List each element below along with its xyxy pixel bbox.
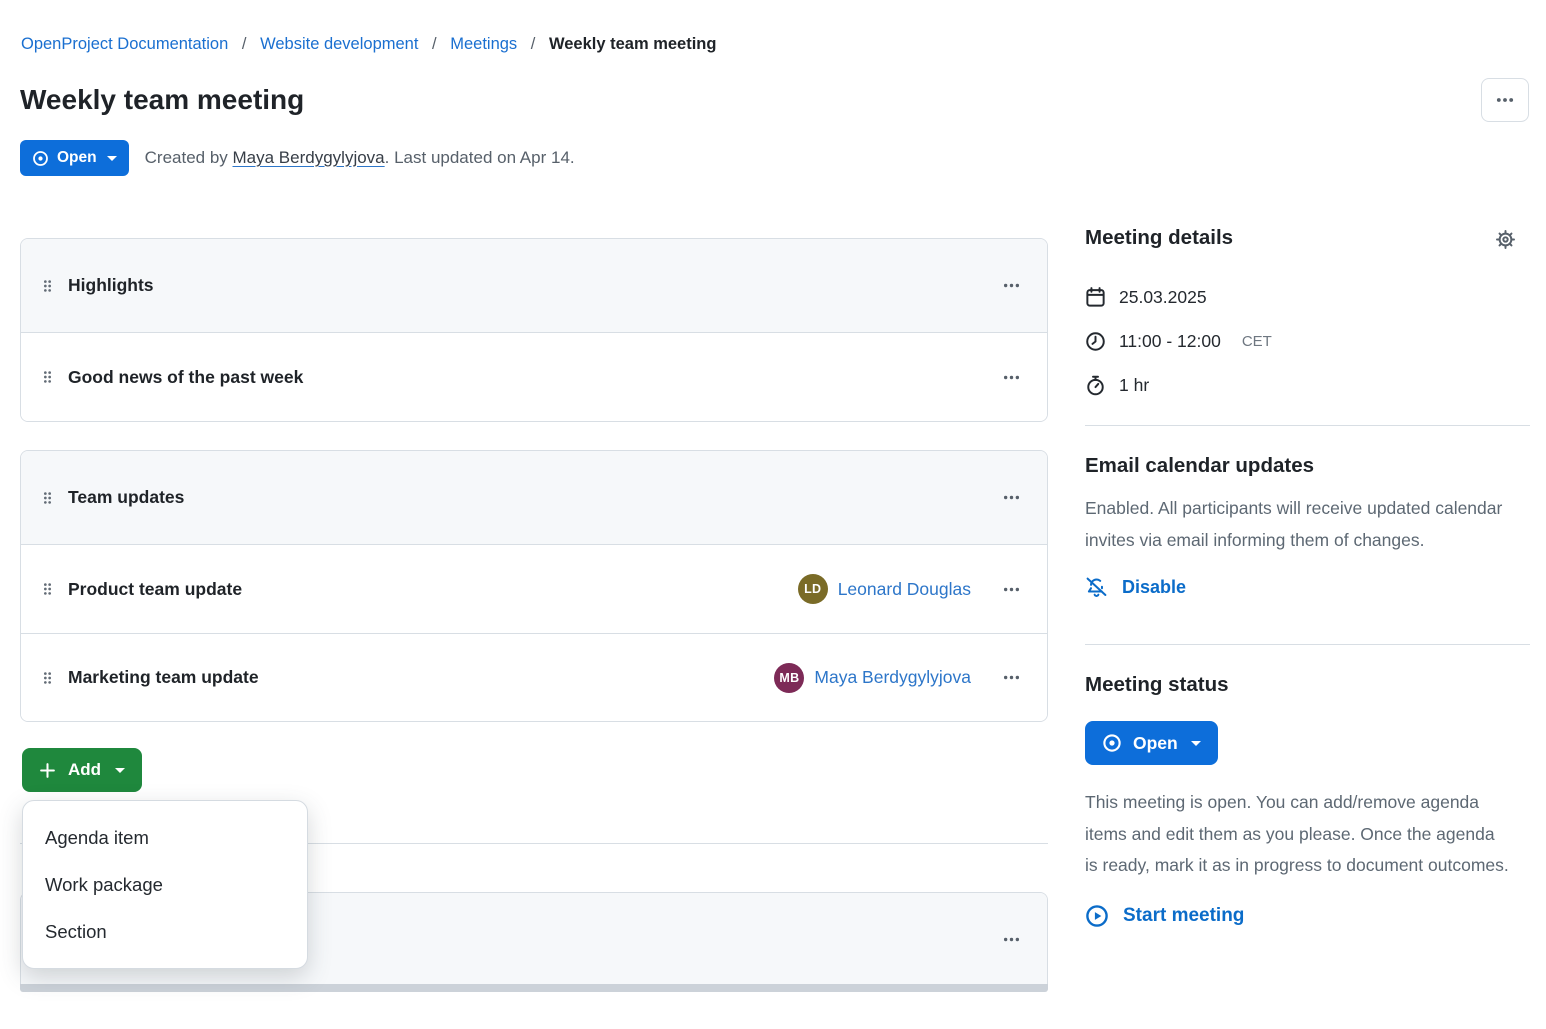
meeting-more-button[interactable] [1481,78,1529,122]
menu-item-section[interactable]: Section [23,908,307,955]
meeting-status-dropdown-button[interactable]: Open [1085,721,1218,765]
breadcrumb-separator: / [242,35,247,53]
assignee: MB Maya Berdygylyjova [774,663,971,693]
breadcrumb-separator: / [531,35,536,53]
breadcrumb-current: Weekly team meeting [549,35,717,53]
agenda-section-highlights: Highlights Good news of the past week [20,238,1048,422]
meeting-date-row: 25.03.2025 [1085,275,1530,319]
calendar-icon [1085,287,1106,308]
breadcrumb-separator: / [432,35,437,53]
section-title: Team updates [68,487,184,508]
start-meeting-button[interactable]: Start meeting [1085,904,1244,928]
caret-down-icon [115,768,125,773]
drag-handle-icon[interactable] [43,370,52,384]
agenda-item-title: Marketing team update [68,667,259,688]
status-button-label: Open [1133,733,1178,754]
breadcrumb-link-documentation[interactable]: OpenProject Documentation [21,35,228,53]
agenda-item-title: Good news of the past week [68,367,303,388]
drag-handle-icon[interactable] [43,491,52,505]
bell-slash-icon [1085,576,1108,599]
agenda-item-title: Product team update [68,579,242,600]
add-dropdown-menu: Agenda item Work package Section [22,800,308,969]
kebab-horizontal-icon [1496,91,1514,109]
avatar: MB [774,663,804,693]
section-more-button[interactable] [997,484,1025,512]
circle-dot-icon [32,150,49,167]
drag-handle-icon[interactable] [43,279,52,293]
disable-email-button[interactable]: Disable [1085,576,1186,599]
email-updates-description: Enabled. All participants will receive u… [1085,493,1515,556]
sidebar-divider [1085,425,1530,426]
plus-icon [39,762,56,779]
meeting-date: 25.03.2025 [1119,287,1207,308]
breadcrumb: OpenProject Documentation / Website deve… [21,31,716,57]
meeting-time-row: 11:00 - 12:00 CET [1085,319,1530,363]
meeting-meta-row: Open Created by Maya Berdygylyjova. Last… [20,140,575,176]
meeting-duration: 1 hr [1119,375,1149,396]
section-bottom-strip [20,984,1048,992]
page-title: Weekly team meeting [20,84,304,116]
caret-down-icon [1191,741,1201,746]
agenda-item-more-button[interactable] [997,664,1025,692]
section-more-button[interactable] [997,272,1025,300]
breadcrumb-link-meetings[interactable]: Meetings [450,35,517,53]
assignee: LD Leonard Douglas [798,574,971,604]
clock-icon [1085,331,1106,352]
agenda-section-team-updates: Team updates Product team update LD Leon… [20,450,1048,722]
assignee-link[interactable]: Leonard Douglas [838,579,971,600]
email-updates-title: Email calendar updates [1085,454,1530,478]
add-button-label: Add [68,760,101,780]
menu-item-work-package[interactable]: Work package [23,861,307,908]
meeting-sidebar: Meeting details 25.03.2025 [1085,226,1530,933]
assignee-link[interactable]: Maya Berdygylyjova [814,667,971,688]
agenda-item-row: Marketing team update MB Maya Berdygylyj… [21,633,1047,721]
section-title: Highlights [68,275,154,296]
disable-email-label: Disable [1122,577,1186,598]
circle-dot-icon [1102,733,1122,753]
section-more-button[interactable] [997,925,1025,953]
stopwatch-icon [1085,375,1106,396]
meeting-time: 11:00 - 12:00 [1119,331,1221,352]
meeting-details-title: Meeting details [1085,226,1233,250]
meeting-meta-text: Created by Maya Berdygylyjova. Last upda… [145,148,575,168]
meeting-status-description: This meeting is open. You can add/remove… [1085,787,1510,882]
meeting-status-title: Meeting status [1085,673,1530,697]
meeting-timezone: CET [1242,333,1272,350]
sidebar-divider [1085,644,1530,645]
start-meeting-label: Start meeting [1123,905,1244,927]
add-button[interactable]: Add [22,748,142,792]
gear-icon[interactable] [1494,228,1517,251]
play-circle-icon [1085,904,1109,928]
agenda-item-more-button[interactable] [997,575,1025,603]
breadcrumb-link-project[interactable]: Website development [260,35,418,53]
section-header: Highlights [21,239,1047,333]
agenda-item-row: Good news of the past week [21,333,1047,421]
agenda-item-row: Product team update LD Leonard Douglas [21,545,1047,633]
section-header: Team updates [21,451,1047,545]
status-badge-label: Open [57,149,97,167]
meeting-status-badge[interactable]: Open [20,140,129,176]
caret-down-icon [107,156,117,161]
agenda-item-more-button[interactable] [997,363,1025,391]
drag-handle-icon[interactable] [43,671,52,685]
drag-handle-icon[interactable] [43,582,52,596]
avatar: LD [798,574,828,604]
menu-item-agenda-item[interactable]: Agenda item [23,814,307,861]
meeting-duration-row: 1 hr [1085,363,1530,407]
author-link[interactable]: Maya Berdygylyjova [233,148,385,167]
